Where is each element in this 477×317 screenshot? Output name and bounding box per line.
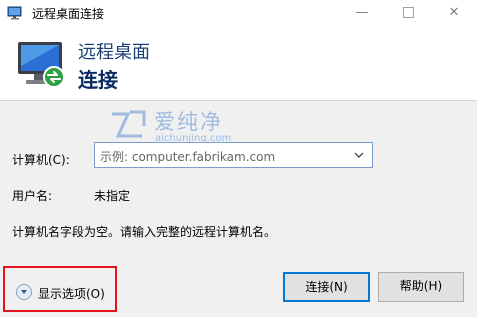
title-bar[interactable]: 远程桌面连接 — ✕ — [0, 0, 477, 26]
user-label: 用户名: — [12, 189, 53, 203]
header-title-line2: 连接 — [78, 68, 118, 92]
chevron-down-icon[interactable] — [352, 146, 366, 164]
info-message: 计算机名字段为空。请输入完整的远程计算机名。 — [12, 225, 277, 239]
computer-label: 计算机(C): — [12, 153, 70, 167]
dialog-header: 远程桌面 连接 — [0, 26, 477, 100]
computer-combobox[interactable]: 示例: computer.fabrikam.com — [94, 142, 373, 168]
help-button[interactable]: 帮助(H) — [378, 272, 464, 302]
maximize-icon — [402, 7, 414, 18]
maximize-button[interactable] — [385, 0, 431, 26]
close-button[interactable]: ✕ — [431, 0, 477, 26]
computer-input[interactable]: 示例: computer.fabrikam.com — [100, 148, 275, 165]
show-options-label: 显示选项(O) — [38, 287, 105, 301]
window-title: 远程桌面连接 — [32, 7, 105, 21]
user-value: 未指定 — [94, 189, 131, 203]
expand-options-icon[interactable] — [16, 284, 32, 300]
remote-desktop-app-icon — [7, 6, 22, 20]
minimize-button[interactable]: — — [339, 0, 385, 26]
remote-desktop-logo-icon — [18, 42, 65, 88]
watermark-logo-icon — [112, 110, 146, 138]
header-divider — [0, 100, 477, 101]
header-title-line1: 远程桌面 — [78, 42, 150, 63]
close-icon: ✕ — [448, 5, 460, 20]
connect-button[interactable]: 连接(N) — [283, 272, 370, 302]
minimize-icon: — — [355, 5, 369, 20]
watermark-cn: 爱纯净 — [154, 110, 223, 134]
